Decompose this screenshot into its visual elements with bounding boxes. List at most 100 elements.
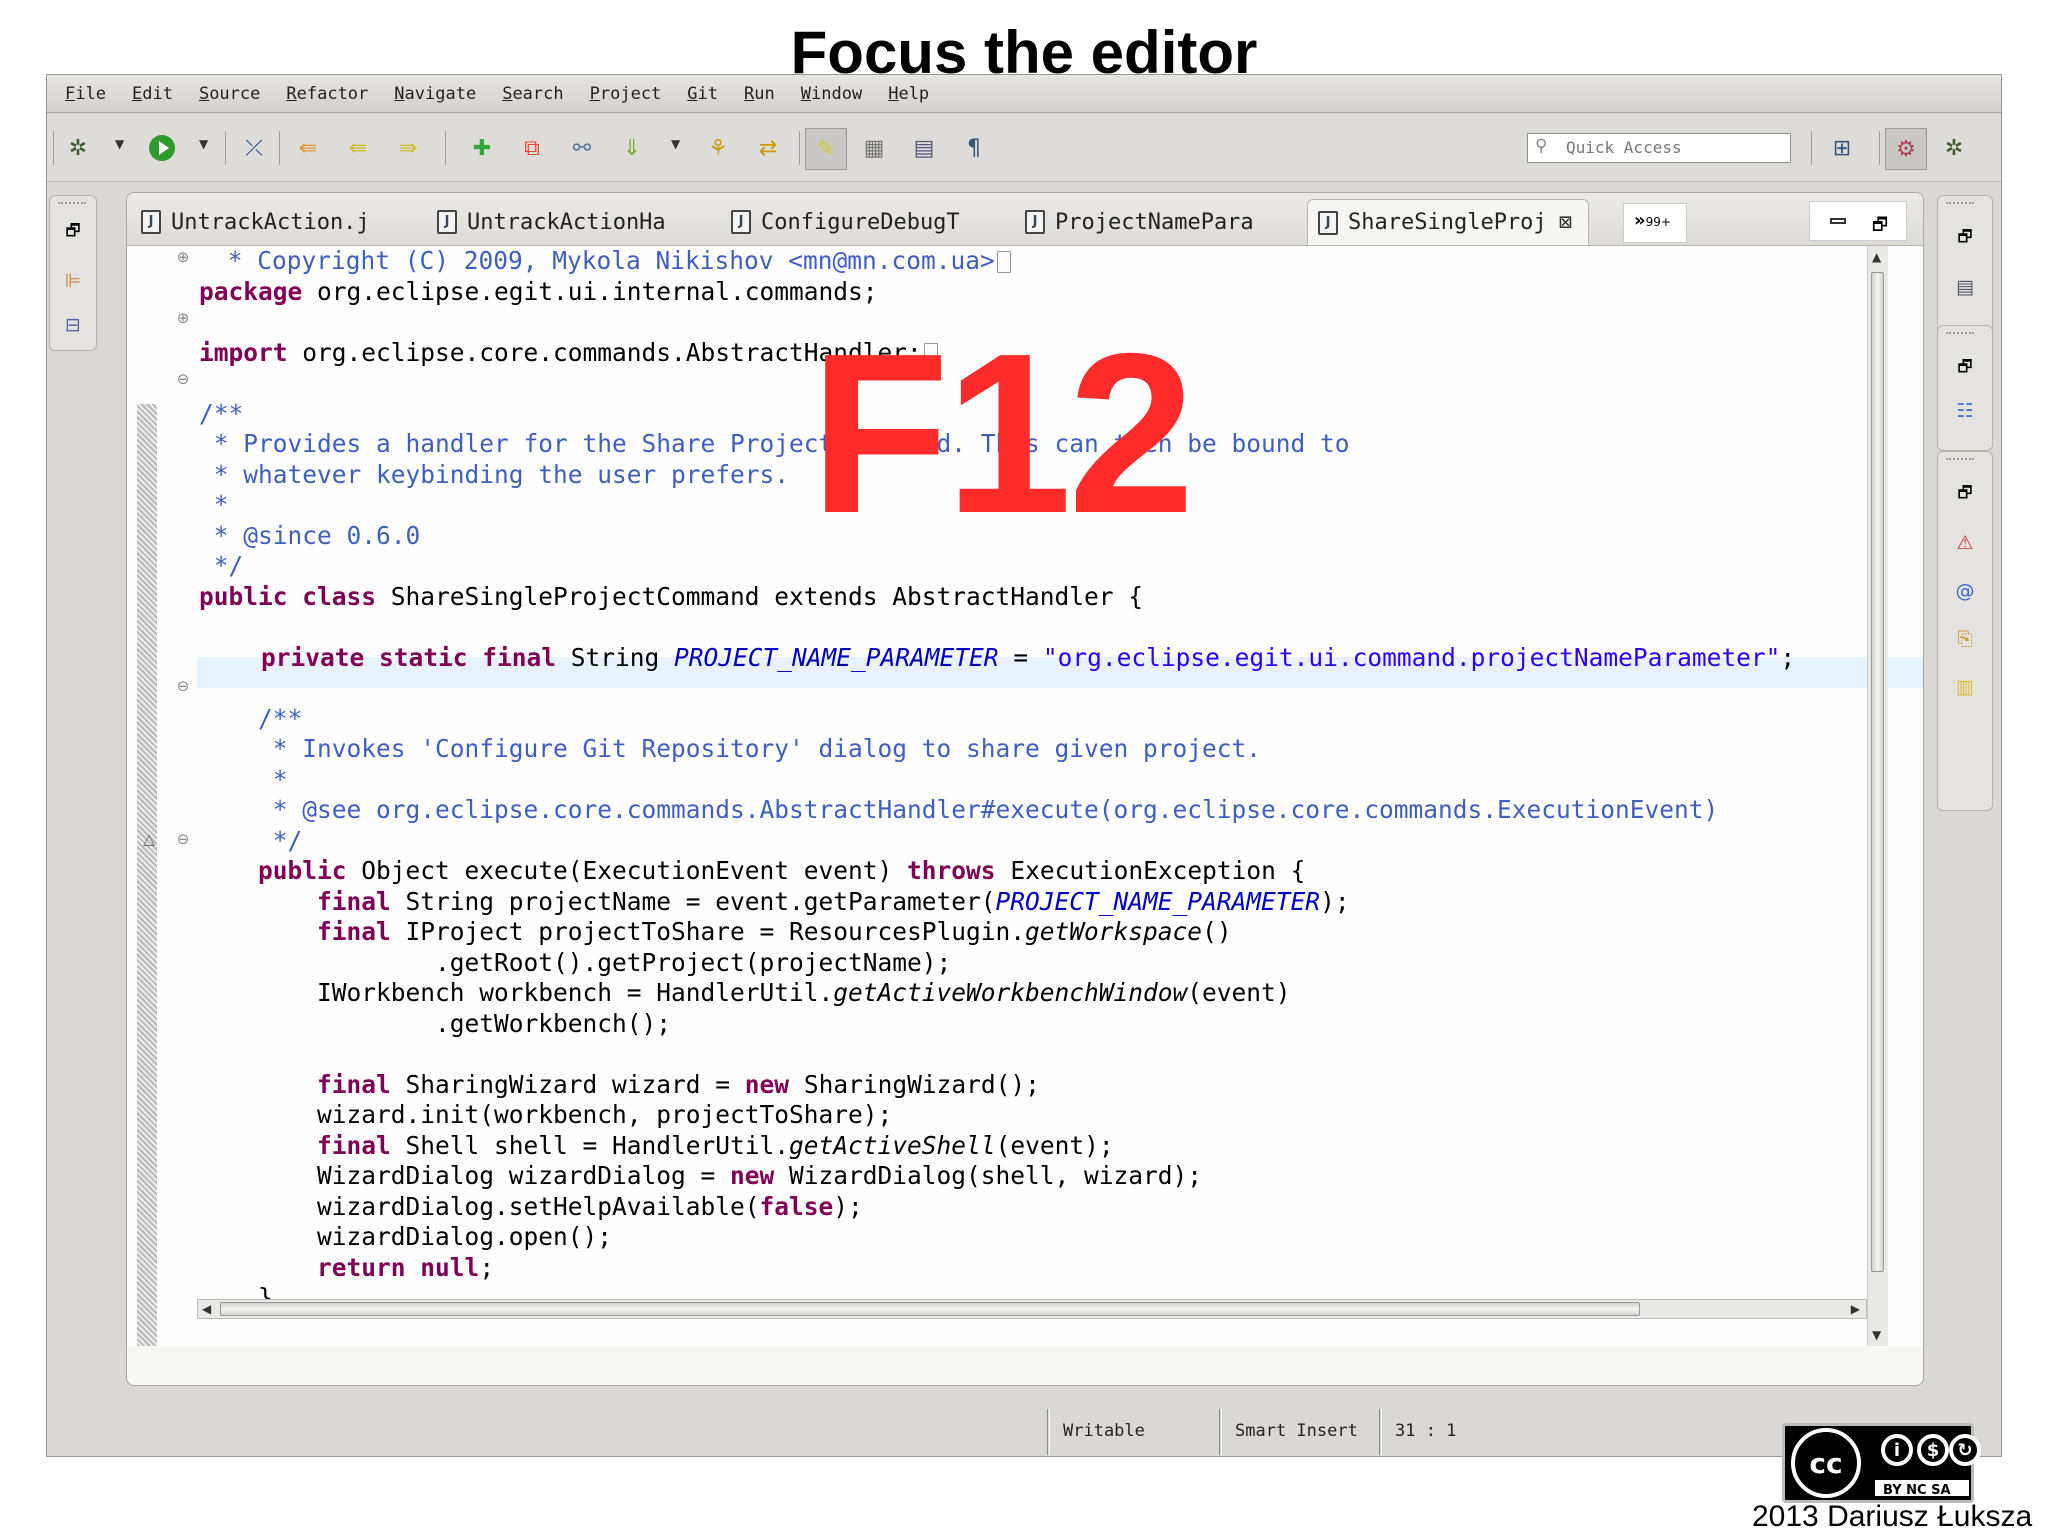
right-trim-stack-2: 🗗 ☷	[1937, 325, 1993, 451]
declaration-icon[interactable]: ⎘	[1952, 626, 1978, 652]
java-file-icon: J	[141, 210, 161, 234]
drag-grip[interactable]	[1946, 458, 1974, 460]
scroll-right-icon[interactable]: ▶	[1851, 1302, 1860, 1316]
merge-icon[interactable]: ⇄	[753, 133, 783, 163]
vertical-scrollbar[interactable]: ▲ ▼	[1867, 246, 1888, 1346]
drag-grip[interactable]	[1946, 202, 1974, 204]
new-java-class-icon[interactable]: ⇚	[343, 133, 373, 163]
drag-grip[interactable]	[1946, 332, 1974, 334]
left-trim-stack: 🗗 ⊫ ⊟	[49, 195, 97, 351]
horizontal-scroll-thumb[interactable]	[220, 1302, 1640, 1316]
code-line: final String projectName = event.getPara…	[317, 886, 1350, 916]
task-list-icon[interactable]: ▤	[1952, 274, 1978, 300]
tab-overflow-button[interactable]: »99+	[1623, 203, 1687, 243]
skip-breakpoints-icon[interactable]: ⤫	[239, 133, 269, 163]
restore-icon[interactable]: 🗗	[1952, 226, 1978, 252]
open-perspective-icon[interactable]: ⊞	[1827, 133, 1857, 163]
run-icon[interactable]	[147, 133, 177, 163]
editor-tab[interactable]: J ProjectNamePara	[1025, 199, 1254, 245]
mark-occurrences-icon[interactable]: ✎	[805, 128, 847, 170]
horizontal-scrollbar[interactable]: ◀ ▶	[197, 1299, 1867, 1319]
new-package-icon[interactable]: ✚	[467, 133, 497, 163]
license-label: BY NC SA	[1883, 1483, 1951, 1498]
search-icon: ⚲	[1535, 136, 1548, 156]
noncommercial-icon: $	[1917, 1434, 1949, 1466]
fold-collapse-icon[interactable]: ⊖	[175, 370, 191, 388]
toolbar-separator	[445, 131, 446, 165]
scroll-left-icon[interactable]: ◀	[202, 1302, 211, 1316]
block-selection-icon[interactable]: ▦	[859, 133, 889, 163]
code-line: private static final String PROJECT_NAME…	[261, 642, 1796, 672]
code-line: wizardDialog.open();	[199, 1222, 613, 1251]
override-marker-icon: △	[143, 830, 155, 848]
java-file-icon: J	[437, 210, 457, 234]
code-line: *	[199, 490, 229, 519]
fold-expand-icon[interactable]: ⊕	[175, 309, 191, 327]
open-type-icon[interactable]: ⇚	[293, 133, 323, 163]
status-separator	[1219, 1409, 1222, 1455]
git-push-icon[interactable]: ⚯	[567, 133, 597, 163]
synchronize-icon[interactable]: ⚘	[703, 133, 733, 163]
package-explorer-icon[interactable]: ⊫	[60, 268, 86, 294]
scroll-up-icon[interactable]: ▲	[1872, 250, 1881, 264]
maximize-icon[interactable]: 🗗	[1872, 212, 1888, 241]
fold-collapse-icon[interactable]: ⊖	[175, 830, 191, 848]
code-line: wizard.init(workbench, projectToShare);	[199, 1100, 893, 1129]
editor-tab-active[interactable]: J ShareSingleProj ⊠	[1307, 199, 1589, 245]
git-pull-icon[interactable]: ⇓	[617, 133, 647, 163]
toolbar-separator	[279, 131, 280, 165]
type-hierarchy-icon[interactable]: ⊟	[60, 312, 86, 338]
drag-grip[interactable]	[58, 202, 86, 204]
code-line: /**	[199, 703, 303, 733]
status-separator	[1379, 1409, 1382, 1455]
console-icon[interactable]: ▥	[1952, 674, 1978, 700]
code-line: .getWorkbench();	[199, 1008, 672, 1038]
restore-icon[interactable]: 🗗	[1952, 356, 1978, 382]
git-dropdown-icon[interactable]: ▼	[671, 137, 680, 151]
sharealike-icon: ↻	[1949, 1434, 1981, 1466]
open-task-icon[interactable]: ⇛	[393, 133, 423, 163]
code-line: */	[199, 551, 244, 580]
git-perspective-icon[interactable]: ⚙	[1885, 128, 1927, 170]
cursor-position-status: 31 : 1	[1395, 1421, 1457, 1441]
fold-collapse-icon[interactable]: ⊖	[175, 677, 191, 695]
vertical-scroll-thumb[interactable]	[1871, 272, 1884, 1272]
javadoc-icon[interactable]: @	[1952, 578, 1978, 604]
restore-icon[interactable]: 🗗	[60, 220, 86, 246]
author-credit: 2013 Dariusz Łuksza	[1752, 1500, 2033, 1533]
overview-ruler	[137, 246, 157, 1346]
minimize-icon[interactable]	[1830, 218, 1846, 224]
code-line: public Object execute(ExecutionEvent eve…	[258, 856, 1306, 885]
outline-icon[interactable]: ☷	[1952, 398, 1978, 424]
code-line: * @since 0.6.0	[199, 520, 421, 550]
scroll-down-icon[interactable]: ▼	[1872, 1328, 1881, 1342]
creative-commons-badge: cc i $ ↻ BY NC SA	[1782, 1423, 1981, 1503]
toolbar-separator	[1811, 131, 1812, 165]
show-paragraph-icon[interactable]: ¶	[959, 133, 989, 163]
editor-tab[interactable]: J UntrackAction.j	[141, 199, 370, 245]
close-tab-icon[interactable]: ⊠	[1559, 210, 1572, 235]
fold-expand-icon[interactable]: ⊕	[175, 248, 191, 266]
insert-mode-status: Smart Insert	[1235, 1421, 1358, 1441]
debug-dropdown-icon[interactable]: ▼	[115, 137, 124, 151]
git-commit-icon[interactable]: ⧉	[517, 133, 547, 163]
java-file-icon: J	[1025, 210, 1045, 234]
code-line: /**	[199, 398, 244, 428]
editor-tab[interactable]: J ConfigureDebugT	[731, 199, 960, 245]
right-trim-stack-3: 🗗 ⚠ @ ⎘ ▥	[1937, 451, 1993, 811]
problems-icon[interactable]: ⚠	[1952, 530, 1978, 556]
debug-icon[interactable]: ✲	[63, 133, 93, 163]
show-whitespace-icon[interactable]: ▤	[909, 133, 939, 163]
toolbar-separator	[799, 131, 800, 165]
folded-marker-icon	[996, 251, 1011, 273]
quick-access-input[interactable]: Quick Access	[1527, 133, 1791, 163]
restore-icon[interactable]: 🗗	[1952, 482, 1978, 508]
toolbar-separator	[225, 131, 226, 165]
editor-tab[interactable]: J UntrackActionHa	[437, 199, 666, 245]
java-file-icon: J	[1318, 210, 1338, 235]
debug-perspective-icon[interactable]: ✲	[1939, 133, 1969, 163]
code-line: return null;	[317, 1252, 495, 1282]
status-separator	[1047, 1409, 1050, 1455]
code-line: * whatever keybinding the user prefers.	[199, 459, 790, 489]
run-dropdown-icon[interactable]: ▼	[199, 137, 208, 151]
